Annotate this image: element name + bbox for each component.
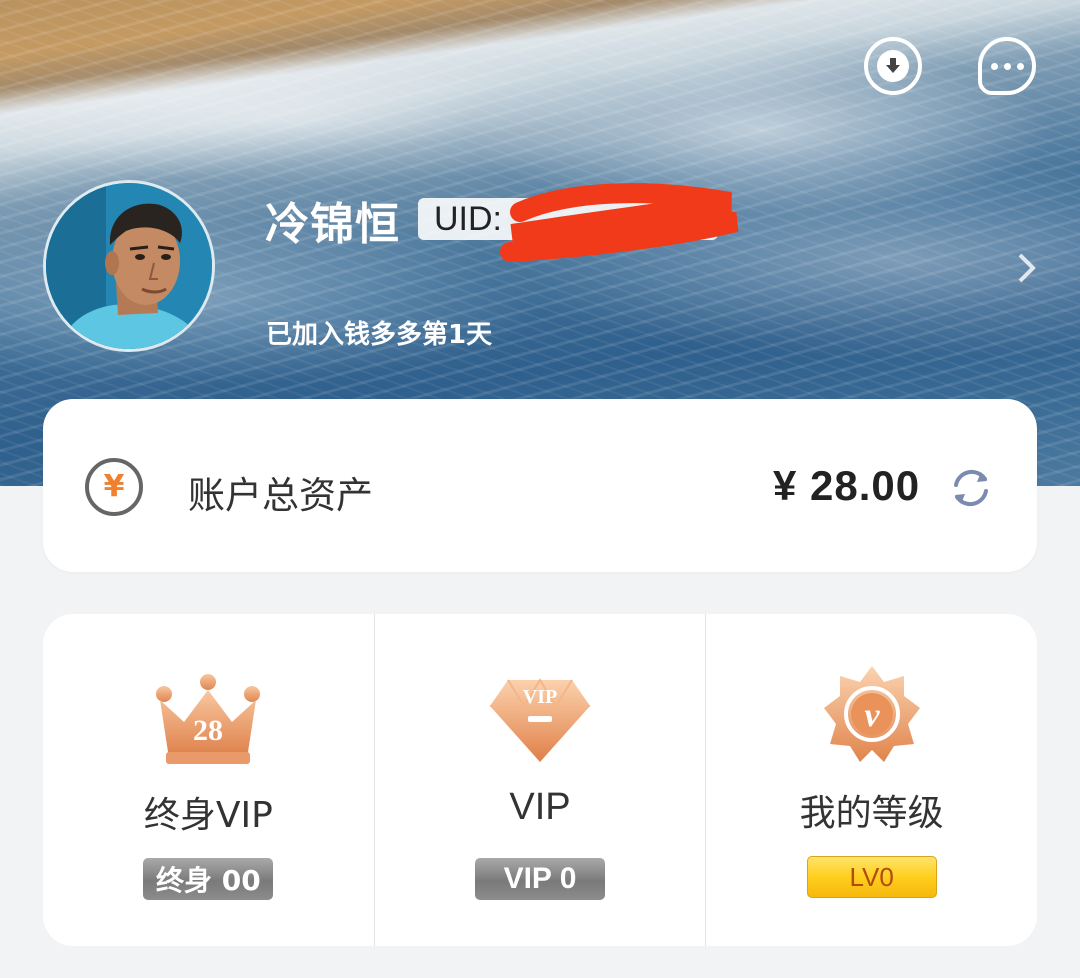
- lifetime-vip-item[interactable]: 28 终身VIP 终身 00: [43, 614, 374, 946]
- vip-card: 28 终身VIP 终身 00 VIP VIP VIP 0 v 我的等级 LV0: [43, 614, 1037, 946]
- my-level-item[interactable]: v 我的等级 LV0: [705, 614, 1037, 946]
- lifetime-vip-badge: 终身 00: [143, 858, 274, 900]
- download-icon: [877, 50, 909, 82]
- uid-redaction-scribble: [500, 183, 739, 262]
- svg-text:VIP: VIP: [523, 686, 557, 708]
- svg-text:v: v: [864, 697, 880, 734]
- diamond-vip-icon: VIP: [490, 678, 590, 762]
- level-medal-icon: v: [823, 666, 920, 762]
- total-assets-amount: ¥ 28.00: [773, 462, 921, 509]
- svg-text:28: 28: [193, 714, 223, 747]
- lifetime-vip-title: 终身VIP: [143, 795, 273, 836]
- total-assets-label: 账户总资产: [188, 474, 373, 517]
- vip-item[interactable]: VIP VIP VIP 0: [373, 614, 706, 946]
- chevron-right-icon[interactable]: [1016, 252, 1038, 288]
- join-days-text: 已加入钱多多第1天: [266, 320, 493, 350]
- user-name: 冷锦恒: [265, 199, 400, 250]
- uid-label: UID:: [434, 199, 502, 238]
- vip-title: VIP: [509, 786, 571, 828]
- total-assets-card[interactable]: ¥ 账户总资产 ¥ 28.00: [43, 399, 1037, 572]
- message-button[interactable]: [978, 37, 1036, 95]
- my-level-title: 我的等级: [799, 793, 944, 834]
- yen-icon: ¥: [85, 458, 143, 516]
- message-bubble-icon: [990, 62, 1024, 70]
- level-badge: LV0: [806, 856, 937, 898]
- vip-badge: VIP 0: [475, 858, 605, 900]
- crown-icon: 28: [156, 674, 261, 764]
- download-button[interactable]: [864, 37, 922, 95]
- refresh-icon[interactable]: [948, 465, 994, 515]
- avatar[interactable]: [43, 180, 215, 352]
